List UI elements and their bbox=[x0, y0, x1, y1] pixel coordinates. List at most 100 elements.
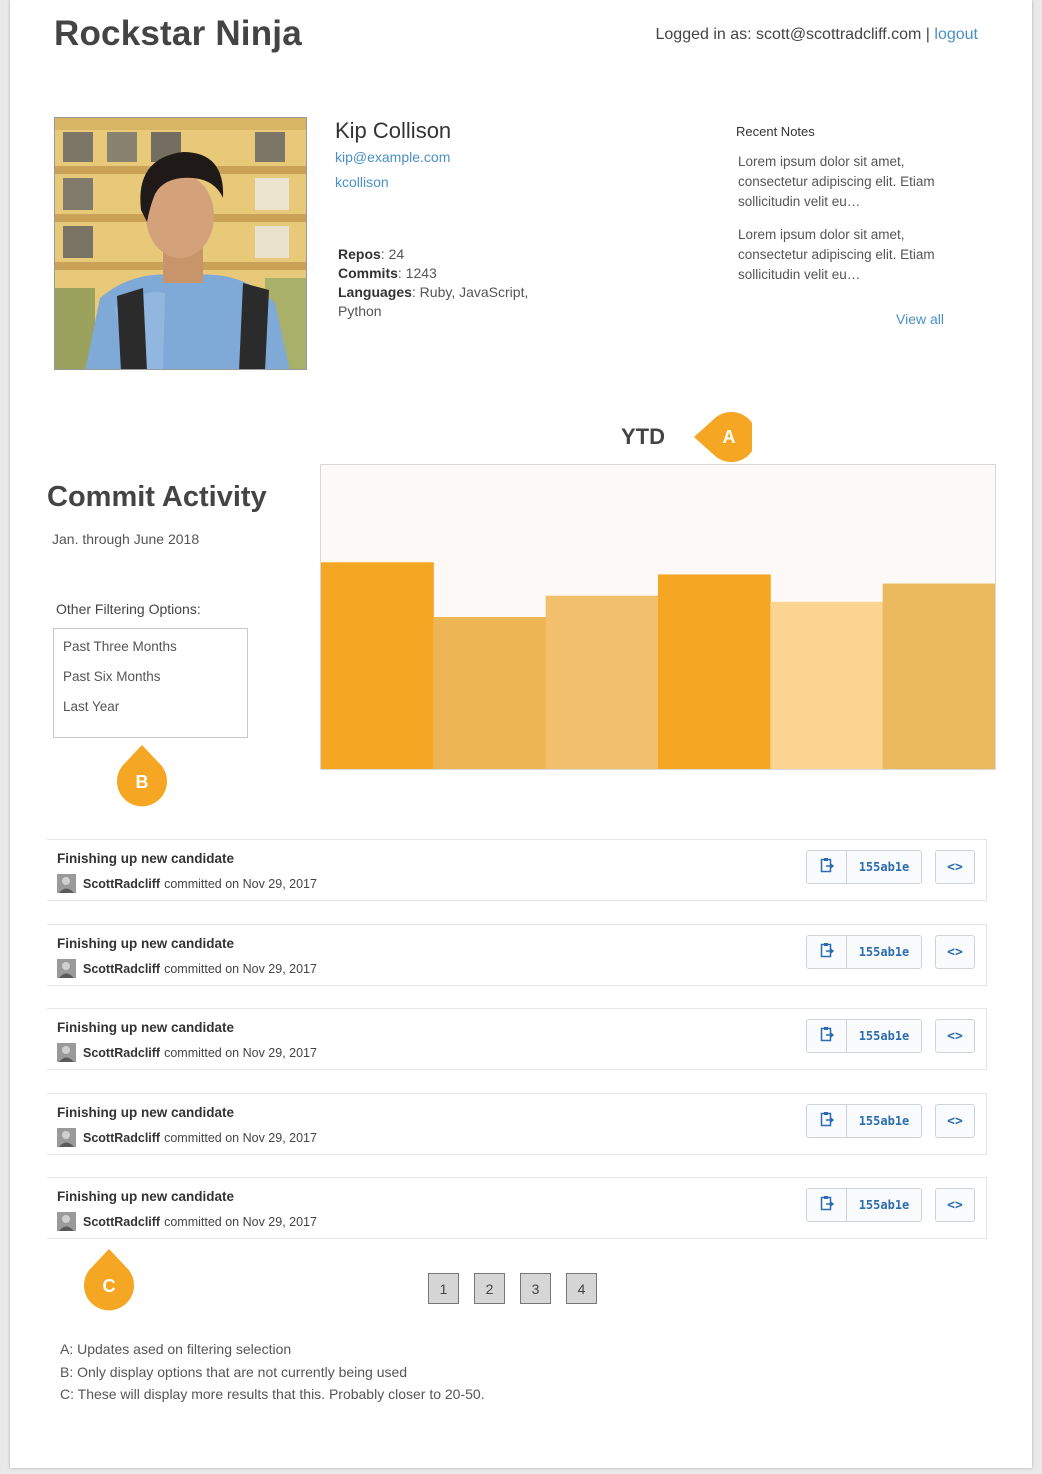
commit-author[interactable]: ScottRadcliff bbox=[83, 962, 160, 976]
commit-sha-button[interactable]: 155ab1e bbox=[847, 1020, 921, 1052]
view-all-notes-link[interactable]: View all bbox=[896, 311, 944, 327]
code-icon: <> bbox=[947, 859, 963, 875]
commit-date: committed on Nov 29, 2017 bbox=[164, 1045, 317, 1060]
browse-code-button[interactable]: <> bbox=[935, 935, 975, 969]
sha-button-group: 155ab1e bbox=[806, 850, 922, 884]
commit-title[interactable]: Finishing up new candidate bbox=[57, 936, 234, 951]
browse-code-button[interactable]: <> bbox=[935, 1019, 975, 1053]
commit-activity-chart bbox=[320, 464, 996, 770]
chart-bar bbox=[770, 601, 884, 769]
stat-languages: Languages: Ruby, JavaScript, Python bbox=[338, 283, 558, 321]
commit-row: Finishing up new candidate ScottRadcliff c… bbox=[47, 1177, 987, 1239]
legend-item: C: These will display more results that … bbox=[60, 1386, 485, 1402]
copy-sha-button[interactable] bbox=[807, 1105, 847, 1137]
clipboard-icon bbox=[820, 1195, 834, 1216]
commit-row: Finishing up new candidate ScottRadcliff c… bbox=[47, 1008, 987, 1070]
commit-sha-button[interactable]: 155ab1e bbox=[847, 1105, 921, 1137]
chart-bar bbox=[658, 574, 771, 769]
filter-options-list: Past Three Months Past Six Months Last Y… bbox=[53, 628, 248, 738]
chart-period-label: YTD bbox=[621, 424, 665, 449]
app-title: Rockstar Ninja bbox=[54, 14, 302, 53]
page-button[interactable]: 1 bbox=[428, 1273, 459, 1304]
chart-bar bbox=[321, 562, 434, 769]
browse-code-button[interactable]: <> bbox=[935, 1188, 975, 1222]
login-status: Logged in as: scott@scottradcliff.com | … bbox=[656, 26, 979, 44]
author-avatar bbox=[57, 874, 76, 893]
browse-code-button[interactable]: <> bbox=[935, 850, 975, 884]
commit-date: committed on Nov 29, 2017 bbox=[164, 961, 317, 976]
commit-row: Finishing up new candidate ScottRadcliff c… bbox=[47, 1093, 987, 1155]
recent-notes-title: Recent Notes bbox=[736, 124, 815, 139]
commit-author[interactable]: ScottRadcliff bbox=[83, 877, 160, 891]
commit-sha-button[interactable]: 155ab1e bbox=[847, 936, 921, 968]
chart-svg bbox=[321, 562, 996, 769]
author-avatar bbox=[57, 1043, 76, 1062]
author-avatar bbox=[57, 1128, 76, 1147]
sha-button-group: 155ab1e bbox=[806, 1188, 922, 1222]
commit-meta: ScottRadcliff committed on Nov 29, 2017 bbox=[57, 1043, 317, 1062]
filter-option[interactable]: Past Six Months bbox=[63, 667, 247, 697]
stat-commits: Commits: 1243 bbox=[338, 264, 558, 283]
commit-title[interactable]: Finishing up new candidate bbox=[57, 1189, 234, 1204]
copy-sha-button[interactable] bbox=[807, 936, 847, 968]
sha-button-group: 155ab1e bbox=[806, 1019, 922, 1053]
chart-bar bbox=[545, 595, 659, 769]
copy-sha-button[interactable] bbox=[807, 851, 847, 883]
clipboard-icon bbox=[820, 1111, 834, 1132]
annotation-pin-b: B bbox=[116, 745, 168, 807]
profile-photo-image bbox=[55, 118, 306, 369]
annotation-pin-c: C bbox=[83, 1249, 135, 1311]
commit-title[interactable]: Finishing up new candidate bbox=[57, 851, 234, 866]
pagination: 1 2 3 4 bbox=[428, 1273, 612, 1304]
commit-title[interactable]: Finishing up new candidate bbox=[57, 1105, 234, 1120]
annotation-pin-a-label: A bbox=[722, 426, 736, 447]
chart-bar bbox=[882, 583, 996, 769]
commit-author[interactable]: ScottRadcliff bbox=[83, 1215, 160, 1229]
commit-sha-button[interactable]: 155ab1e bbox=[847, 851, 921, 883]
legend-item: B: Only display options that are not cur… bbox=[60, 1363, 408, 1380]
page: Rockstar Ninja Logged in as: scott@scott… bbox=[10, 0, 1032, 1468]
commit-sha-button[interactable]: 155ab1e bbox=[847, 1189, 921, 1221]
commit-author[interactable]: ScottRadcliff bbox=[83, 1131, 160, 1145]
annotation-pin-b-label: B bbox=[135, 771, 149, 792]
stat-commits-value: : 1243 bbox=[397, 265, 437, 281]
code-icon: <> bbox=[947, 1197, 963, 1213]
commit-author[interactable]: ScottRadcliff bbox=[83, 1046, 160, 1060]
filter-title: Other Filtering Options: bbox=[56, 601, 201, 617]
logout-link[interactable]: logout bbox=[934, 26, 978, 43]
chart-bar bbox=[433, 617, 547, 769]
commit-meta: ScottRadcliff committed on Nov 29, 2017 bbox=[57, 874, 317, 893]
browse-code-button[interactable]: <> bbox=[935, 1104, 975, 1138]
page-button[interactable]: 4 bbox=[566, 1273, 597, 1304]
commit-date: committed on Nov 29, 2017 bbox=[164, 1214, 317, 1229]
annotation-pin-c-label: C bbox=[102, 1275, 116, 1296]
copy-sha-button[interactable] bbox=[807, 1189, 847, 1221]
code-icon: <> bbox=[947, 1113, 963, 1129]
profile-photo bbox=[54, 117, 307, 370]
profile-name: Kip Collison bbox=[335, 118, 452, 143]
profile-username-link[interactable]: kcollison bbox=[335, 174, 389, 190]
commit-meta: ScottRadcliff committed on Nov 29, 2017 bbox=[57, 1128, 317, 1147]
filter-option[interactable]: Past Three Months bbox=[63, 637, 247, 667]
code-icon: <> bbox=[947, 1028, 963, 1044]
author-avatar bbox=[57, 959, 76, 978]
clipboard-icon bbox=[820, 1026, 834, 1047]
page-button[interactable]: 3 bbox=[520, 1273, 551, 1304]
clipboard-icon bbox=[820, 857, 834, 878]
filter-option[interactable]: Last Year bbox=[63, 697, 247, 727]
login-text: Logged in as: scott@scottradcliff.com | bbox=[655, 26, 935, 43]
profile-email-link[interactable]: kip@example.com bbox=[335, 149, 450, 165]
page-button[interactable]: 2 bbox=[474, 1273, 505, 1304]
stat-repos: Repos: 24 bbox=[338, 245, 558, 264]
copy-sha-button[interactable] bbox=[807, 1020, 847, 1052]
stat-repos-value: : 24 bbox=[380, 246, 405, 262]
legend-item: A: Updates ased on filtering selection bbox=[60, 1341, 292, 1357]
annotation-legend: A: Updates ased on filtering selection B… bbox=[60, 1338, 485, 1406]
commit-row: Finishing up new candidate ScottRadcliff c… bbox=[47, 924, 987, 986]
section-subtitle: Jan. through June 2018 bbox=[52, 531, 200, 547]
profile-stats: Repos: 24 Commits: 1243 Languages: Ruby,… bbox=[338, 245, 558, 321]
author-avatar bbox=[57, 1212, 76, 1231]
sha-button-group: 155ab1e bbox=[806, 1104, 922, 1138]
commit-date: committed on Nov 29, 2017 bbox=[164, 876, 317, 891]
commit-title[interactable]: Finishing up new candidate bbox=[57, 1020, 234, 1035]
